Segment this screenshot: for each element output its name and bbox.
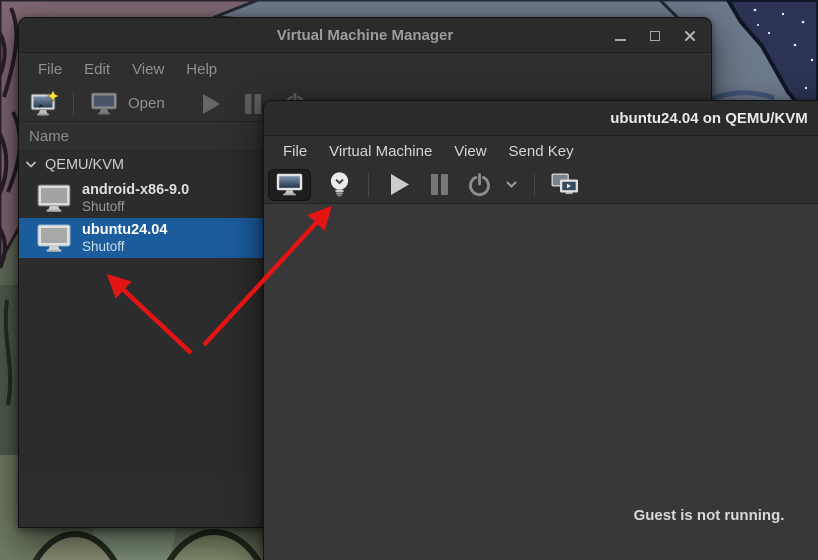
run-button[interactable] xyxy=(382,169,416,201)
vm-name: android-x86-9.0 xyxy=(82,183,189,198)
name-column-label: Name xyxy=(29,128,69,145)
guest-status-message: Guest is not running. xyxy=(634,507,785,524)
vm-status: Shutoff xyxy=(82,199,189,214)
hardware-details-button[interactable] xyxy=(324,169,354,201)
maximize-icon xyxy=(650,31,660,41)
menu-view[interactable]: View xyxy=(443,139,497,164)
chevron-down-icon xyxy=(505,180,518,189)
menu-help[interactable]: Help xyxy=(175,57,228,82)
menu-send-key[interactable]: Send Key xyxy=(498,139,585,164)
open-button[interactable]: Open xyxy=(86,92,169,115)
vm-name: ubuntu24.04 xyxy=(82,223,167,238)
virtual-displays-button[interactable] xyxy=(547,169,583,201)
shutdown-menu-button[interactable] xyxy=(500,169,522,201)
console-window: ubuntu24.04 on QEMU/KVM File Virtual Mac… xyxy=(263,100,818,560)
close-icon xyxy=(684,30,696,42)
open-monitor-icon xyxy=(90,92,118,115)
connection-label: QEMU/KVM xyxy=(45,157,124,173)
console-monitor-icon xyxy=(276,173,303,196)
run-icon xyxy=(200,92,222,116)
close-button[interactable] xyxy=(677,23,703,49)
new-vm-icon xyxy=(30,91,60,117)
console-titlebar[interactable]: ubuntu24.04 on QEMU/KVM xyxy=(264,101,818,136)
pause-icon xyxy=(243,92,263,116)
vmm-titlebar[interactable]: Virtual Machine Manager xyxy=(19,18,711,53)
vm-status: Shutoff xyxy=(82,239,167,254)
shutdown-button[interactable] xyxy=(462,169,496,201)
menu-file[interactable]: File xyxy=(27,57,73,82)
console-content-area: Guest is not running. xyxy=(264,204,818,560)
pause-button[interactable] xyxy=(422,169,456,201)
run-vm-button[interactable] xyxy=(195,88,227,120)
virtual-displays-icon xyxy=(551,173,579,197)
menu-file[interactable]: File xyxy=(272,139,318,164)
maximize-button[interactable] xyxy=(642,23,668,49)
console-view-button[interactable] xyxy=(268,169,311,201)
toolbar-separator xyxy=(534,173,535,197)
console-window-title: ubuntu24.04 on QEMU/KVM xyxy=(264,101,818,136)
power-icon xyxy=(466,171,493,198)
minimize-button[interactable] xyxy=(607,23,633,49)
run-icon xyxy=(388,172,411,197)
menu-view[interactable]: View xyxy=(121,57,175,82)
vmm-menubar: File Edit View Help xyxy=(19,53,711,86)
vmm-window-controls xyxy=(598,18,703,53)
console-menubar: File Virtual Machine View Send Key xyxy=(264,136,818,166)
open-button-label: Open xyxy=(128,95,165,112)
toolbar-separator xyxy=(73,92,74,116)
menu-edit[interactable]: Edit xyxy=(73,57,121,82)
vm-monitor-icon xyxy=(37,184,71,212)
vm-monitor-icon xyxy=(37,224,71,252)
menu-virtual-machine[interactable]: Virtual Machine xyxy=(318,139,443,164)
console-toolbar xyxy=(264,166,818,204)
expander-chevron-icon[interactable] xyxy=(25,160,37,169)
toolbar-separator xyxy=(368,173,369,197)
lightbulb-icon xyxy=(328,171,351,199)
pause-icon xyxy=(429,172,450,197)
new-vm-button[interactable] xyxy=(29,88,61,120)
minimize-icon xyxy=(615,39,626,41)
